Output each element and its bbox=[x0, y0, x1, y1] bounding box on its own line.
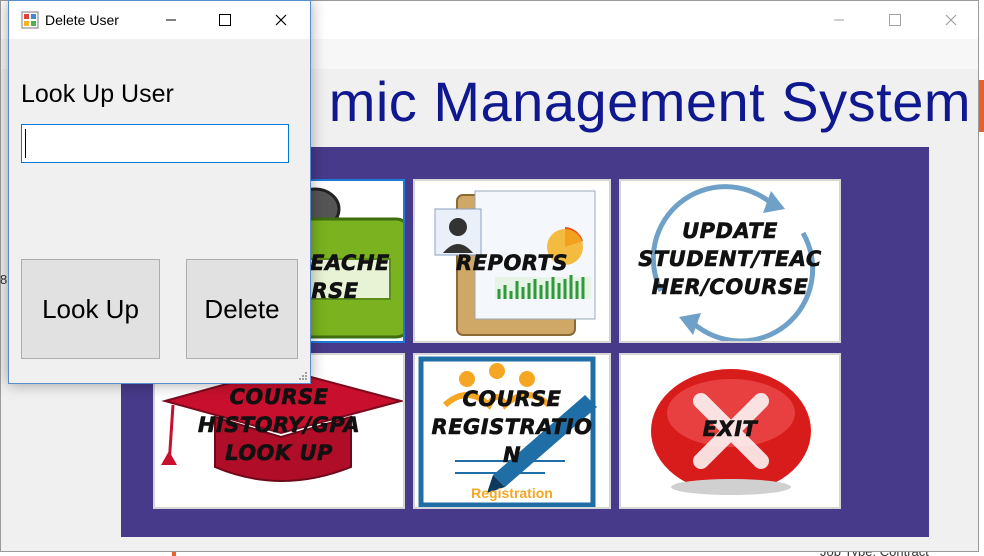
text-caret bbox=[25, 129, 26, 158]
tile-exit[interactable]: EXIT bbox=[619, 353, 841, 509]
dialog-close-button[interactable] bbox=[253, 1, 309, 39]
desktop: y c e g p c g g p p c a Job Type: Contra… bbox=[0, 0, 984, 556]
tile-label-line: COURSE bbox=[229, 385, 329, 410]
maximize-icon bbox=[219, 14, 231, 26]
tile-label-line: RSE bbox=[311, 279, 359, 304]
background-text-fragment: 8 bbox=[0, 272, 8, 287]
close-icon bbox=[945, 14, 957, 26]
tile-course-registration[interactable]: COURSE REGISTRATIO N Registration bbox=[413, 353, 611, 509]
tile-label-line: N bbox=[502, 443, 522, 468]
tile-label-line: HER/COURSE bbox=[651, 275, 809, 300]
tile-update[interactable]: UPDATE STUDENT/TEAC HER/COURSE bbox=[619, 179, 841, 343]
lookup-button[interactable]: Look Up bbox=[21, 259, 160, 359]
dialog-maximize-button[interactable] bbox=[197, 1, 253, 39]
registration-sublabel: Registration bbox=[471, 485, 553, 501]
main-close-button[interactable] bbox=[923, 1, 979, 39]
resize-grip-icon[interactable] bbox=[298, 371, 308, 381]
main-minimize-button[interactable] bbox=[811, 1, 867, 39]
dialog-titlebar[interactable]: Delete User bbox=[9, 1, 310, 39]
close-icon bbox=[275, 14, 287, 26]
tile-label-line: LOOK UP bbox=[225, 441, 333, 466]
delete-user-dialog: Delete User Look Up User Look Up Delete bbox=[8, 0, 311, 384]
lookup-user-label: Look Up User bbox=[21, 80, 174, 108]
app-icon bbox=[21, 11, 39, 29]
main-maximize-button[interactable] bbox=[867, 1, 923, 39]
tile-label-line: REGISTRATIO bbox=[431, 415, 593, 440]
dialog-title: Delete User bbox=[45, 12, 119, 28]
tile-reports[interactable]: REPORTS bbox=[413, 179, 611, 343]
tile-label-line: REPORTS bbox=[456, 251, 568, 276]
minimize-icon bbox=[166, 19, 176, 21]
maximize-icon bbox=[889, 14, 901, 26]
minimize-icon bbox=[834, 19, 844, 21]
tile-label-line: UPDATE bbox=[682, 219, 778, 244]
dialog-minimize-button[interactable] bbox=[143, 1, 199, 39]
lookup-user-input[interactable] bbox=[21, 124, 289, 163]
tile-label-line: HISTORY/GPA bbox=[197, 413, 361, 438]
tile-label-line: COURSE bbox=[462, 387, 562, 412]
delete-button[interactable]: Delete bbox=[186, 259, 298, 359]
tile-label-line: STUDENT/TEAC bbox=[638, 247, 822, 272]
tile-label-line: EXIT bbox=[702, 417, 758, 442]
